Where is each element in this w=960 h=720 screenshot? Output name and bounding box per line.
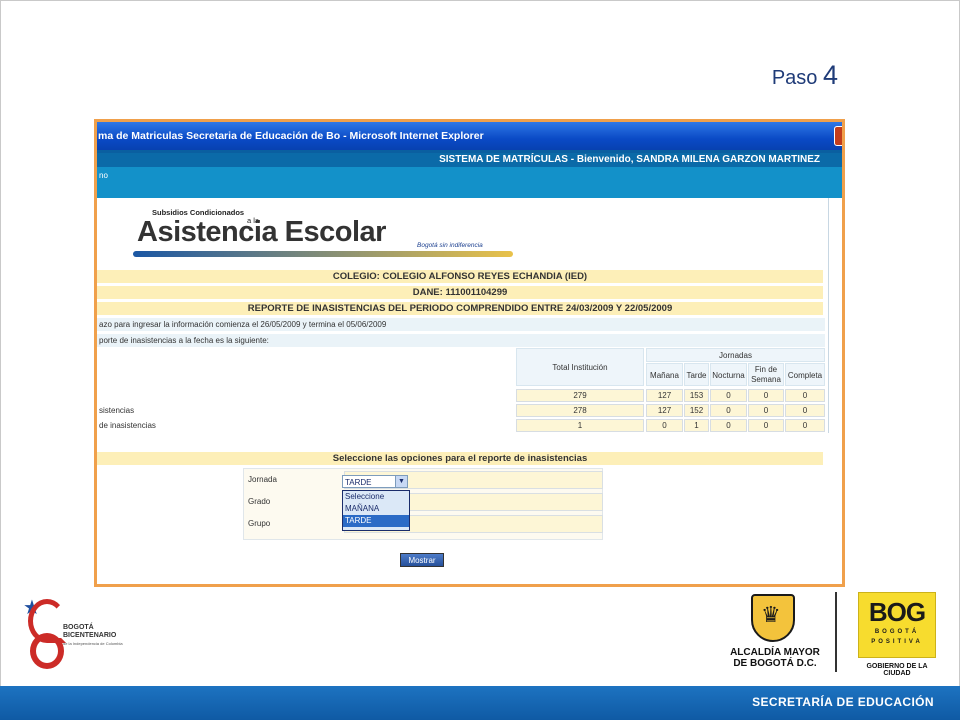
options-form: Jornada Grado Grupo [243,468,603,540]
step-heading: Paso 4 [772,60,838,91]
close-window-icon[interactable] [834,126,842,146]
bicentenario-text-1: BOGOTÁ [63,624,94,631]
grupo-label: Grupo [248,519,271,528]
mostrar-button[interactable]: Mostrar [400,553,444,567]
browser-screenshot: ma de Matriculas Secretaria de Educación… [94,119,845,587]
table-row: sistencias 278 127 152 0 0 0 [97,404,827,417]
dropdown-option-selected[interactable]: TARDE [343,515,409,527]
eagle-icon: ♛ [761,602,781,627]
app-header: SISTEMA DE MATRÍCULAS - Bienvenido, SAND… [97,150,842,198]
dropdown-option[interactable]: Seleccione [343,491,409,503]
logo-title: Asistencia Escolar [137,216,386,248]
fin-semana-value: 0 [748,419,784,432]
col-total-institucion: Total Institución [516,348,644,386]
completa-value: 0 [785,389,825,402]
plazo-text: azo para ingresar la información comienz… [97,318,825,331]
bicentenario-text-3: de la Independencia de Colombia [63,641,123,646]
bicentenario-logo: ★ BOGOTÁ BICENTENARIO de la Independenci… [20,595,160,680]
alcaldia-text-1: ALCALDÍA MAYOR [730,647,820,658]
total-value: 279 [516,389,644,402]
options-header: Seleccione las opciones para el reporte … [97,452,823,465]
table-row: de inasistencias 1 0 1 0 0 0 [97,419,827,432]
col-manana: Mañana [646,363,683,386]
step-label: Paso [771,67,818,89]
asistencia-escolar-logo: Subsidios Condicionados a la Asistencia … [97,198,517,268]
tarde-value: 152 [684,404,709,417]
row-label: de inasistencias [99,421,156,430]
table-row: 279 127 153 0 0 0 [97,389,827,402]
window-titlebar: ma de Matriculas Secretaria de Educación… [97,122,842,150]
manana-value: 0 [646,419,683,432]
logo-divider [835,592,837,672]
completa-value: 0 [785,419,825,432]
grado-label: Grado [248,497,271,506]
tarde-value: 1 [684,419,709,432]
col-fin-semana: Fin de Semana [748,363,784,386]
step-number: 4 [822,60,838,90]
shield-icon: ♛ [751,594,795,642]
footer-title: SECRETARÍA DE EDUCACIÓN [752,695,934,709]
system-welcome: SISTEMA DE MATRÍCULAS - Bienvenido, SAND… [97,153,842,167]
bicentenario-text-2: BICENTENARIO [63,632,117,639]
col-tarde: Tarde [684,363,709,386]
bog-line-1: BOGOTÁ [874,629,920,635]
total-value: 1 [516,419,644,432]
bog-wordmark: BOG [868,597,926,627]
dane-header: DANE: 111001104299 [97,286,823,299]
footer-bar: SECRETARÍA DE EDUCACIÓN [0,686,960,720]
total-value: 278 [516,404,644,417]
fin-semana-value: 0 [748,389,784,402]
report-content: Subsidios Condicionados a la Asistencia … [97,198,829,433]
bogota-positiva-logo: BOG BOGOTÁ POSITIVA [858,592,936,658]
fin-semana-value: 0 [748,404,784,417]
bicentenario-mark-bottom [30,633,64,669]
nocturna-value: 0 [710,404,747,417]
jornada-label: Jornada [248,475,277,484]
logo-swoosh [133,251,513,257]
jornada-selected-value: TARDE [345,478,372,487]
manana-value: 127 [646,404,683,417]
colegio-header: COLEGIO: COLEGIO ALFONSO REYES ECHANDIA … [97,270,823,283]
col-jornadas: Jornadas [646,348,825,362]
alcaldia-text-2: DE BOGOTÁ D.C. [733,658,817,669]
completa-value: 0 [785,404,825,417]
manana-value: 127 [646,389,683,402]
window-title: ma de Matriculas Secretaria de Educación… [98,130,484,142]
logo-tagline: Bogotá sin indiferencia [417,242,483,249]
bog-line-2: POSITIVA [871,639,923,645]
col-nocturna: Nocturna [710,363,747,386]
col-completa: Completa [785,363,825,386]
periodo-header: REPORTE DE INASISTENCIAS DEL PERIODO COM… [97,302,823,315]
dropdown-option[interactable]: MAÑANA [343,503,409,515]
tarde-value: 153 [684,389,709,402]
jornada-select[interactable]: TARDE ▼ [342,475,408,488]
bog-subtitle: GOBIERNO DE LA CIUDAD [866,663,928,677]
app-menu-stub[interactable]: no [99,171,108,180]
jornada-dropdown-list: Seleccione MAÑANA TARDE [342,490,410,531]
nocturna-value: 0 [710,389,747,402]
nocturna-value: 0 [710,419,747,432]
alcaldia-logo: ♛ ALCALDÍA MAYOR DE BOGOTÁ D.C. [730,592,830,682]
reporte-text: porte de inasistencias a la fecha es la … [97,334,825,347]
chevron-down-icon[interactable]: ▼ [395,476,407,487]
row-label: sistencias [99,406,135,415]
